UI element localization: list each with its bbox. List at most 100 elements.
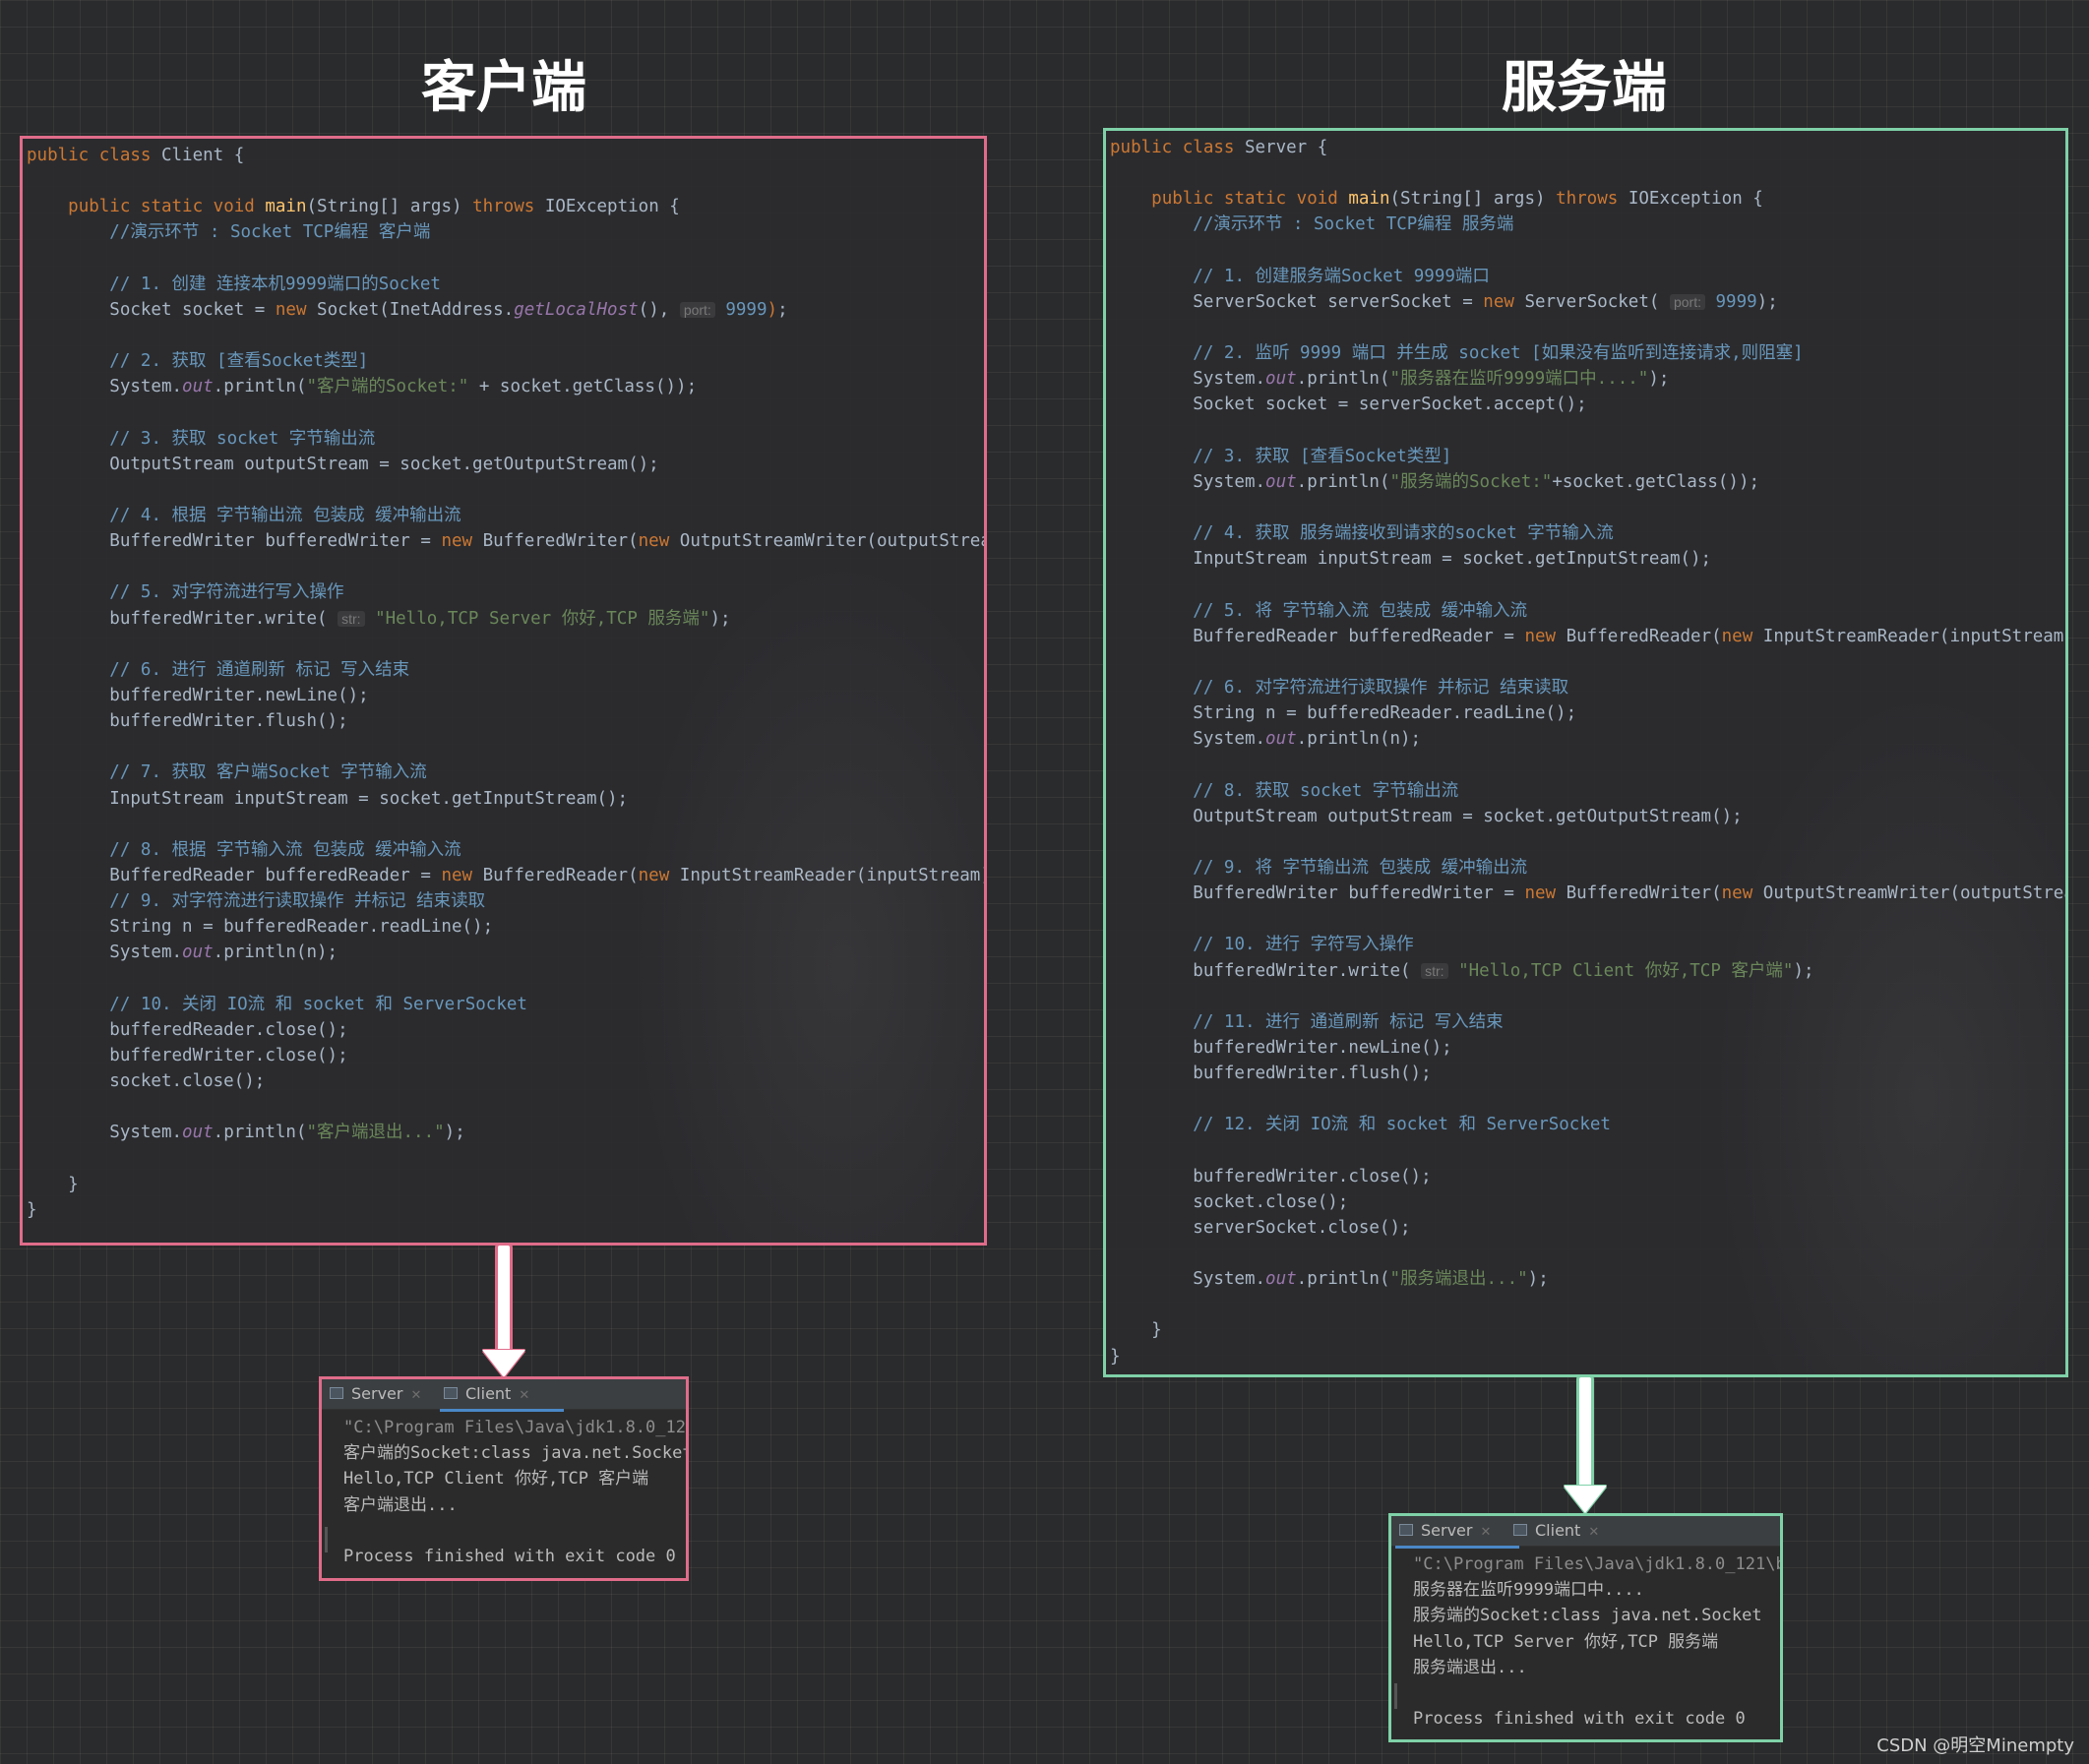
code-line: System.out.println(n);	[1110, 726, 2065, 752]
code-line: // 5. 将 字节输入流 包装成 缓冲输入流	[1110, 598, 2065, 624]
close-icon[interactable]: ✕	[410, 1388, 421, 1403]
code-line: bufferedWriter.newLine();	[1110, 1035, 2065, 1061]
code-token: InputStream inputStream = socket.getInpu…	[1110, 549, 1712, 570]
code-line: // 9. 将 字节输出流 包装成 缓冲输出流	[1110, 855, 2065, 881]
code-line: bufferedWriter.close();	[27, 1043, 984, 1068]
code-token: .println(n);	[213, 943, 338, 963]
tab-label: Client	[1535, 1521, 1581, 1540]
code-token: 9999	[714, 299, 768, 320]
code-token: ServerSocket(	[1524, 291, 1670, 312]
code-token: "客户端退出..."	[306, 1123, 445, 1143]
code-line: // 3. 获取 [查看Socket类型]	[1110, 444, 2065, 469]
code-line: bufferedWriter.flush();	[27, 708, 984, 734]
server-arrow-shaft	[1579, 1377, 1591, 1490]
code-token: Socket(InetAddress.	[317, 299, 515, 320]
code-line: System.out.println("服务器在监听9999端口中....");	[1110, 366, 2065, 392]
code-token: .println(	[1296, 1269, 1390, 1290]
code-token: new	[1721, 626, 1763, 646]
code-line: // 7. 获取 客户端Socket 字节输入流	[27, 760, 984, 785]
code-token: }	[1110, 1346, 1121, 1367]
code-token: // 12. 关闭 IO流 和 socket 和 ServerSocket	[1193, 1115, 1611, 1135]
code-token: // 1. 创建 连接本机9999端口的Socket	[109, 274, 441, 294]
code-token: BufferedWriter(	[1566, 883, 1722, 904]
code-token: "客户端的Socket:"	[306, 377, 469, 397]
code-line: System.out.println("服务端退出...");	[1110, 1266, 2065, 1292]
code-token: }	[1110, 1320, 1162, 1341]
code-token: BufferedWriter bufferedWriter =	[27, 531, 442, 552]
close-icon[interactable]: ✕	[1480, 1525, 1491, 1540]
close-icon[interactable]: ✕	[1588, 1525, 1599, 1540]
code-line: // 10. 进行 字符写入操作	[1110, 932, 2065, 957]
code-token: out	[1265, 729, 1297, 750]
code-token: }	[27, 1199, 37, 1220]
code-token: socket.close();	[27, 1071, 266, 1092]
tab-client[interactable]: Client ✕	[440, 1379, 564, 1412]
code-token: out	[182, 377, 214, 397]
close-icon[interactable]: ✕	[519, 1388, 529, 1403]
code-line: // 1. 创建服务端Socket 9999端口	[1110, 264, 2065, 289]
code-line: }	[27, 1197, 984, 1223]
code-token: Socket socket = serverSocket.accept();	[1110, 395, 1587, 415]
code-token: // 10. 关闭 IO流 和 socket 和 ServerSocket	[109, 994, 527, 1014]
code-token: bufferedWriter.write(	[1110, 960, 1422, 981]
code-token: (String[] args)	[306, 197, 473, 217]
code-line: BufferedReader bufferedReader = new Buff…	[27, 863, 984, 888]
server-run-console: Server ✕ Client ✕ "C:\Program Files\Java\j…	[1388, 1513, 1783, 1742]
code-token: .println(	[213, 1123, 307, 1143]
code-line: // 11. 进行 通道刷新 标记 写入结束	[1110, 1009, 2065, 1035]
code-token: main	[1348, 189, 1390, 210]
client-heading: 客户端	[421, 56, 586, 120]
tab-label: Server	[1421, 1521, 1473, 1540]
code-token: // 11. 进行 通道刷新 标记 写入结束	[1193, 1011, 1504, 1032]
code-line: // 6. 对字符流进行读取操作 并标记 结束读取	[1110, 675, 2065, 700]
code-token: .println(n);	[1296, 729, 1422, 750]
code-line: //演示环节 : Socket TCP编程 客户端	[27, 219, 984, 245]
code-token: public class	[27, 146, 161, 165]
console-line: "C:\Program Files\Java\jdk1.8.0_121\b	[1413, 1554, 1783, 1574]
code-token: String n = bufferedReader.readLine();	[27, 917, 494, 938]
code-token: (),	[638, 299, 680, 320]
console-line: Hello,TCP Server 你好,TCP 服务端	[1413, 1631, 1719, 1652]
server-console-tabs: Server ✕ Client ✕	[1391, 1516, 1780, 1549]
server-code-lines: public class Server { public static void…	[1110, 135, 2065, 1369]
code-line: String n = bufferedReader.readLine();	[1110, 700, 2065, 726]
code-token: );	[709, 608, 731, 629]
tab-server[interactable]: Server ✕	[326, 1379, 440, 1409]
client-console-output: "C:\Program Files\Java\jdk1.8.0_121 客户端的S…	[343, 1415, 689, 1569]
tab-server[interactable]: Server ✕	[1395, 1516, 1519, 1549]
code-token: // 8. 根据 字节输入流 包装成 缓冲输入流	[109, 839, 461, 860]
code-token: OutputStreamWriter(outputStream));	[1762, 883, 2065, 904]
code-token: public static void	[1151, 189, 1349, 210]
console-line: 客户端的Socket:class java.net.Socket	[343, 1443, 689, 1464]
console-icon	[330, 1387, 343, 1399]
code-token: serverSocket.close();	[1110, 1217, 1411, 1238]
code-token: // 9. 将 字节输出流 包装成 缓冲输出流	[1193, 857, 1528, 878]
code-token: "服务端的Socket:"	[1389, 471, 1553, 492]
code-token: getLocalHost	[514, 299, 639, 320]
code-line: // 3. 获取 socket 字节输出流	[27, 426, 984, 452]
tab-client[interactable]: Client ✕	[1509, 1516, 1633, 1546]
client-console-tabs: Server ✕ Client ✕	[322, 1379, 686, 1412]
code-line: Socket socket = serverSocket.accept();	[1110, 392, 2065, 417]
client-arrow-head	[482, 1350, 525, 1377]
inlay-hint: port:	[1669, 293, 1705, 310]
console-line: Process finished with exit code 0	[343, 1546, 676, 1566]
code-token: )	[767, 299, 778, 320]
code-token: InputStream inputStream = socket.getInpu…	[27, 788, 629, 809]
code-token: out	[1265, 471, 1297, 492]
console-line: Hello,TCP Client 你好,TCP 客户端	[343, 1469, 649, 1490]
code-token: // 2. 获取 [查看Socket类型]	[109, 351, 369, 372]
